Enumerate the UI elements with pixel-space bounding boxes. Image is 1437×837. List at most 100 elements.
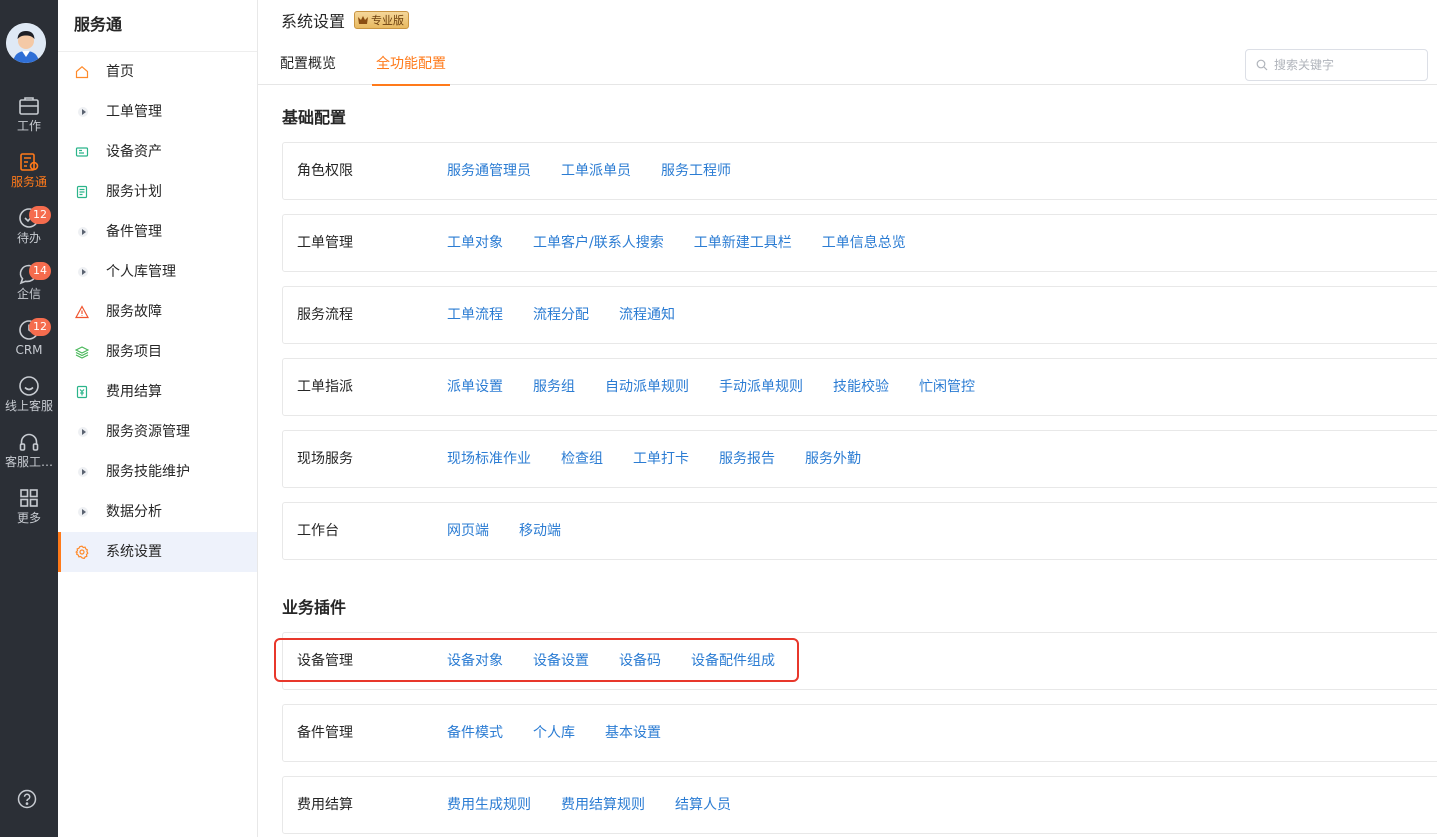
app-rail: 工作 服务通 待办 12 企信 14 CRM 12 线上客服 客服工… 更多 xyxy=(0,0,58,837)
warning-icon xyxy=(75,305,89,319)
link-auto-dispatch[interactable]: 自动派单规则 xyxy=(605,359,689,415)
sidebar-item-skills[interactable]: 服务技能维护 xyxy=(58,452,257,492)
user-avatar[interactable] xyxy=(6,23,46,63)
smile-icon xyxy=(19,376,39,396)
config-card-field-service: 现场服务 现场标准作业 检查组 工单打卡 服务报告 服务外勤 xyxy=(282,430,1437,488)
plan-doc-icon xyxy=(76,185,88,199)
config-card-roles: 角色权限 服务通管理员 工单派单员 服务工程师 xyxy=(282,142,1437,200)
link-skill-check[interactable]: 技能校验 xyxy=(833,359,889,415)
config-card-workorder: 工单管理 工单对象 工单客户/联系人搜索 工单新建工具栏 工单信息总览 xyxy=(282,214,1437,272)
link-device-settings[interactable]: 设备设置 xyxy=(533,633,589,689)
link-info-overview[interactable]: 工单信息总览 xyxy=(822,215,906,271)
link-checkin[interactable]: 工单打卡 xyxy=(633,431,689,487)
rail-item-crm[interactable]: CRM 12 xyxy=(0,318,58,371)
headset-icon xyxy=(19,433,39,451)
message-count-badge: 14 xyxy=(29,262,51,280)
sidebar-title: 服务通 xyxy=(58,0,257,52)
link-flow-notify[interactable]: 流程通知 xyxy=(619,287,675,343)
link-mobile[interactable]: 移动端 xyxy=(519,503,561,559)
sidebar-item-system-settings[interactable]: 系统设置 xyxy=(58,532,257,572)
sidebar-item-workorder[interactable]: 工单管理 xyxy=(58,92,257,132)
sidebar-item-service-resources[interactable]: 服务资源管理 xyxy=(58,412,257,452)
expand-arrow-icon xyxy=(78,227,88,237)
sidebar-item-home[interactable]: 首页 xyxy=(58,52,257,92)
link-workorder-flow[interactable]: 工单流程 xyxy=(447,287,503,343)
link-new-toolbar[interactable]: 工单新建工具栏 xyxy=(694,215,792,271)
main-content: 系统设置 专业版 配置概览 全功能配置 基础配置 角色权限 服务通管理员 工单派… xyxy=(258,0,1437,837)
settings-gear-icon xyxy=(75,545,89,559)
section-title-plugins: 业务插件 xyxy=(282,598,347,617)
sidebar-item-data-analysis[interactable]: 数据分析 xyxy=(58,492,257,532)
page-title: 系统设置 xyxy=(281,12,346,31)
config-card-device-management: 设备管理 设备对象 设备设置 设备码 设备配件组成 xyxy=(282,632,1437,690)
expand-arrow-icon xyxy=(78,427,88,437)
link-customer-search[interactable]: 工单客户/联系人搜索 xyxy=(533,215,664,271)
expand-arrow-icon xyxy=(78,467,88,477)
config-card-service-flow: 服务流程 工单流程 流程分配 流程通知 xyxy=(282,286,1437,344)
sidebar-item-service-fault[interactable]: 服务故障 xyxy=(58,292,257,332)
link-basic-settings[interactable]: 基本设置 xyxy=(605,705,661,761)
rail-item-message[interactable]: 企信 14 xyxy=(0,262,58,315)
config-card-fee-settlement: 费用结算 费用生成规则 费用结算规则 结算人员 xyxy=(282,776,1437,834)
rail-item-todo[interactable]: 待办 12 xyxy=(0,206,58,259)
config-card-dispatch: 工单指派 派单设置 服务组 自动派单规则 手动派单规则 技能校验 忙闲管控 xyxy=(282,358,1437,416)
link-service-admin[interactable]: 服务通管理员 xyxy=(447,143,531,199)
briefcase-icon xyxy=(19,97,39,115)
module-sidebar: 服务通 首页 工单管理 设备资产 服务计划 备件管理 个人库管理 服务故障 服务… xyxy=(58,0,258,837)
expand-arrow-icon xyxy=(78,267,88,277)
link-standard-operation[interactable]: 现场标准作业 xyxy=(447,431,531,487)
link-field-attendance[interactable]: 服务外勤 xyxy=(805,431,861,487)
expand-arrow-icon xyxy=(78,507,88,517)
link-settlement-staff[interactable]: 结算人员 xyxy=(675,777,731,833)
link-dispatch-settings[interactable]: 派单设置 xyxy=(447,359,503,415)
rail-item-more[interactable]: 更多 xyxy=(0,487,58,539)
crm-count-badge: 12 xyxy=(29,318,51,336)
crown-icon xyxy=(358,16,369,24)
device-icon xyxy=(75,147,89,157)
help-button[interactable] xyxy=(17,789,37,809)
link-device-components[interactable]: 设备配件组成 xyxy=(691,633,775,689)
sidebar-item-service-plan[interactable]: 服务计划 xyxy=(58,172,257,212)
tab-config-overview[interactable]: 配置概览 xyxy=(280,44,336,85)
sidebar-item-fee-settlement[interactable]: 费用结算 xyxy=(58,372,257,412)
service-doc-icon xyxy=(20,153,39,171)
section-title-basic: 基础配置 xyxy=(282,108,347,127)
link-workorder-object[interactable]: 工单对象 xyxy=(447,215,503,271)
link-engineer[interactable]: 服务工程师 xyxy=(661,143,731,199)
sidebar-item-device-assets[interactable]: 设备资产 xyxy=(58,132,257,172)
link-fee-settlement-rules[interactable]: 费用结算规则 xyxy=(561,777,645,833)
page-header: 系统设置 专业版 xyxy=(258,0,1437,40)
todo-count-badge: 12 xyxy=(29,206,51,224)
link-service-group[interactable]: 服务组 xyxy=(533,359,575,415)
rail-item-service[interactable]: 服务通 xyxy=(0,151,58,203)
tab-full-config[interactable]: 全功能配置 xyxy=(372,44,450,86)
config-card-workbench: 工作台 网页端 移动端 xyxy=(282,502,1437,560)
sidebar-item-personal-stock[interactable]: 个人库管理 xyxy=(58,252,257,292)
link-web[interactable]: 网页端 xyxy=(447,503,489,559)
link-spare-mode[interactable]: 备件模式 xyxy=(447,705,503,761)
link-personal-stock[interactable]: 个人库 xyxy=(533,705,575,761)
link-dispatcher[interactable]: 工单派单员 xyxy=(561,143,631,199)
rail-item-work[interactable]: 工作 xyxy=(0,95,58,147)
link-device-object[interactable]: 设备对象 xyxy=(447,633,503,689)
link-inspection-group[interactable]: 检查组 xyxy=(561,431,603,487)
pro-edition-badge: 专业版 xyxy=(354,11,410,29)
link-device-code[interactable]: 设备码 xyxy=(619,633,661,689)
money-icon xyxy=(76,385,88,399)
config-card-spare-parts: 备件管理 备件模式 个人库 基本设置 xyxy=(282,704,1437,762)
expand-arrow-icon xyxy=(78,107,88,117)
link-service-report[interactable]: 服务报告 xyxy=(719,431,775,487)
search-box[interactable] xyxy=(1245,49,1428,81)
link-busy-control[interactable]: 忙闲管控 xyxy=(919,359,975,415)
help-circle-icon xyxy=(17,789,37,809)
grid-icon xyxy=(20,489,38,507)
rail-item-online-service[interactable]: 线上客服 xyxy=(0,375,58,427)
link-manual-dispatch[interactable]: 手动派单规则 xyxy=(719,359,803,415)
link-flow-assign[interactable]: 流程分配 xyxy=(533,287,589,343)
sidebar-item-spare-parts[interactable]: 备件管理 xyxy=(58,212,257,252)
link-fee-generation-rules[interactable]: 费用生成规则 xyxy=(447,777,531,833)
rail-item-service-desk[interactable]: 客服工… xyxy=(0,431,58,483)
search-icon xyxy=(1256,59,1268,71)
sidebar-item-service-project[interactable]: 服务项目 xyxy=(58,332,257,372)
search-input[interactable] xyxy=(1274,58,1414,72)
